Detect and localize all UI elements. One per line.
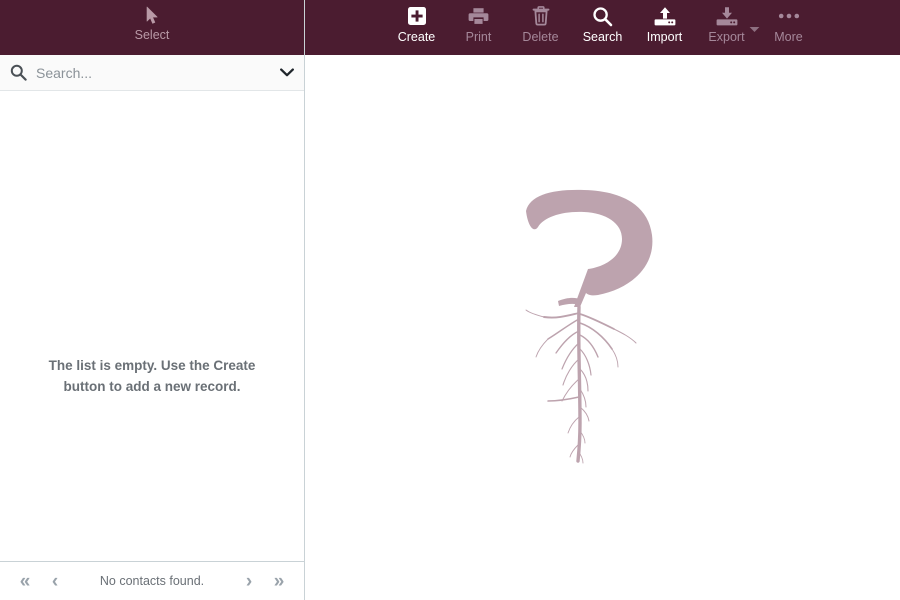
toolbar-label-print: Print — [465, 30, 492, 44]
application-logo-watermark — [518, 183, 688, 473]
search-bar — [0, 55, 304, 91]
printer-icon — [468, 4, 489, 28]
record-list-body: The list is empty. Use the Create button… — [0, 91, 304, 562]
left-list-panel: Select The list is empty. Use the Create… — [0, 0, 305, 600]
toolbar-button-search[interactable]: Search — [572, 4, 634, 45]
toolbar-button-more[interactable]: More — [758, 4, 820, 45]
toolbar-label-delete: Delete — [522, 30, 559, 44]
select-header-label: Select — [134, 28, 170, 42]
toolbar-button-export[interactable]: Export — [696, 4, 760, 45]
toolbar-label-more: More — [774, 30, 803, 44]
pagination-first-button[interactable]: « — [10, 566, 40, 596]
search-icon — [10, 64, 27, 81]
empty-list-message: The list is empty. Use the Create button… — [48, 358, 256, 394]
toolbar-label-export: Export — [708, 30, 745, 44]
pagination-last-button[interactable]: » — [264, 566, 294, 596]
toolbar-label-import: Import — [646, 30, 683, 44]
toolbar-button-create[interactable]: Create — [386, 4, 448, 45]
right-content-panel: Create Print Delete Search Import Export… — [305, 0, 900, 600]
download-icon — [716, 4, 738, 28]
pagination-bar: « ‹ No contacts found. › » — [0, 562, 304, 600]
toolbar-button-print: Print — [448, 4, 510, 45]
select-header-button[interactable]: Select — [0, 0, 304, 55]
cursor-arrow-icon — [141, 4, 163, 26]
application-window: Select The list is empty. Use the Create… — [0, 0, 900, 600]
toolbar-button-import[interactable]: Import — [634, 4, 696, 45]
chevron-down-icon[interactable] — [278, 68, 296, 77]
toolbar-label-create: Create — [397, 30, 436, 44]
pagination-next-button[interactable]: › — [234, 566, 264, 596]
add-box-icon — [407, 4, 427, 28]
toolbar-label-search: Search — [582, 30, 623, 44]
pagination-prev-button[interactable]: ‹ — [40, 566, 70, 596]
pagination-status-text: No contacts found. — [99, 574, 205, 588]
ellipsis-icon — [778, 4, 800, 28]
toolbar-button-delete: Delete — [510, 4, 572, 45]
record-detail-content-area — [305, 55, 900, 600]
trash-icon — [532, 4, 550, 28]
search-icon — [592, 4, 613, 28]
search-input[interactable] — [36, 64, 269, 81]
upload-icon — [654, 4, 676, 28]
main-toolbar: Create Print Delete Search Import Export… — [305, 0, 900, 55]
